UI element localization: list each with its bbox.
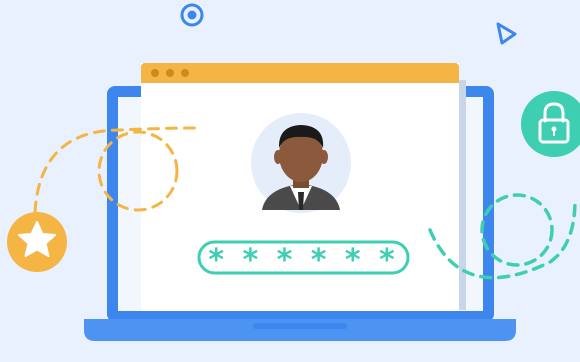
window-dot bbox=[181, 69, 189, 77]
window-dot bbox=[151, 69, 159, 77]
target-icon bbox=[180, 3, 204, 27]
lock-icon bbox=[521, 91, 580, 157]
password-field[interactable]: * * * * * * bbox=[197, 240, 410, 278]
login-illustration: * * * * * * bbox=[7, 3, 580, 341]
laptop-base bbox=[84, 319, 516, 341]
star-icon bbox=[7, 212, 67, 272]
window-dot bbox=[166, 69, 174, 77]
play-icon bbox=[496, 22, 517, 45]
laptop-trackpad-notch bbox=[253, 323, 347, 329]
password-mask: * * * * * * bbox=[208, 243, 398, 278]
user-avatar bbox=[251, 113, 351, 213]
